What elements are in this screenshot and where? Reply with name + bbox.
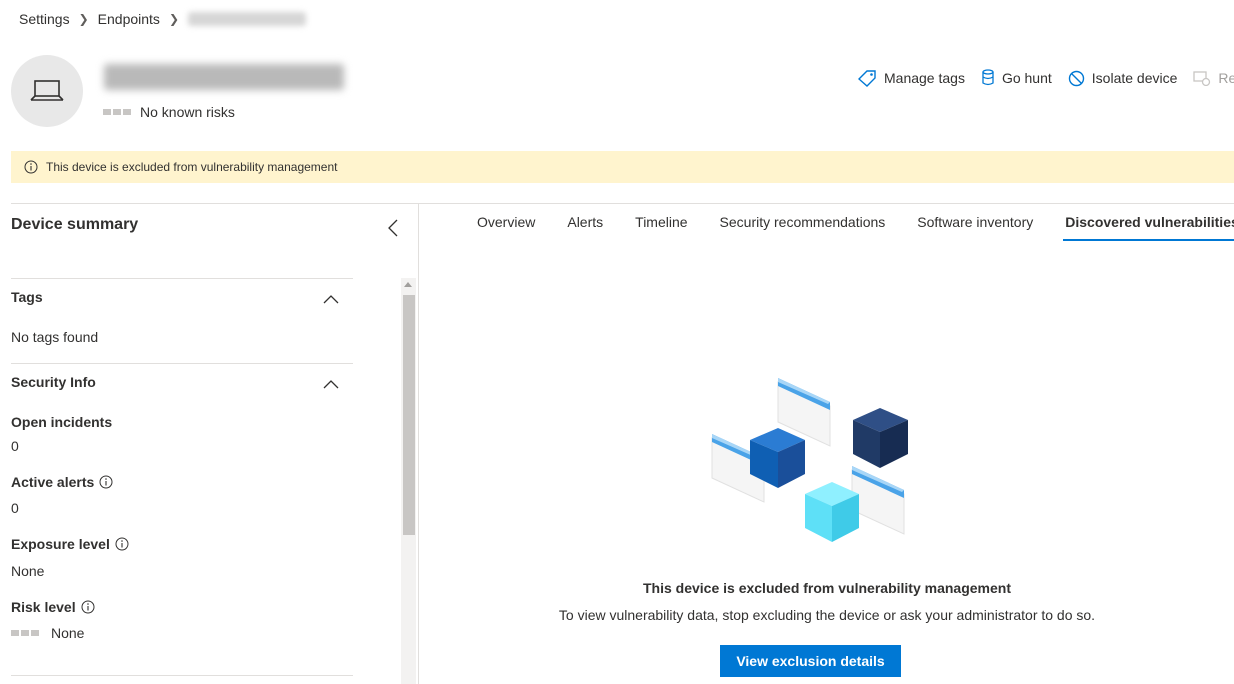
info-icon[interactable] — [99, 475, 113, 489]
breadcrumb: Settings ❯ Endpoints ❯ — [19, 11, 306, 27]
open-incidents-label: Open incidents — [11, 414, 112, 430]
risk-level-bars — [103, 109, 131, 115]
laptop-icon — [30, 80, 64, 101]
device-summary-title: Device summary — [11, 216, 139, 233]
exposure-level-value: None — [11, 563, 45, 579]
manage-tags-button[interactable]: Manage tags — [858, 69, 965, 87]
view-exclusion-details-button[interactable]: View exclusion details — [720, 645, 901, 677]
device-actions: Manage tags Go hunt Isolate device Re — [858, 69, 1234, 87]
chevron-up-icon — [323, 380, 339, 389]
risk-level-value-text: None — [51, 625, 85, 641]
scroll-up-arrow-icon[interactable] — [404, 282, 412, 287]
risk-level-bars — [11, 630, 39, 636]
empty-state-illustration — [711, 378, 908, 542]
exposure-level-label-text: Exposure level — [11, 536, 110, 552]
illustration-cube-navy — [853, 408, 908, 468]
go-hunt-button[interactable]: Go hunt — [981, 69, 1052, 87]
empty-state-title: This device is excluded from vulnerabili… — [642, 580, 1011, 596]
summary-scrollbar-thumb[interactable] — [403, 295, 415, 535]
chevron-left-icon — [388, 219, 398, 237]
isolate-device-button[interactable]: Isolate device — [1068, 70, 1178, 87]
tags-section-title: Tags — [11, 289, 43, 305]
tags-section-divider — [11, 278, 353, 279]
empty-state-message: To view vulnerability data, stop excludi… — [558, 607, 1096, 623]
bottom-section-divider — [11, 675, 353, 676]
header-divider — [11, 203, 1234, 204]
tab-overview[interactable]: Overview — [477, 214, 535, 240]
isolate-device-label: Isolate device — [1091, 70, 1178, 86]
tab-software-inventory[interactable]: Software inventory — [917, 214, 1033, 240]
open-incidents-label-text: Open incidents — [11, 414, 113, 430]
active-alerts-label: Active alerts — [11, 474, 113, 490]
security-section-divider — [11, 363, 353, 364]
manage-tags-label: Manage tags — [884, 70, 965, 86]
tags-empty-text: No tags found — [11, 329, 99, 345]
illustration-panel-right — [851, 466, 905, 535]
device-risk: No known risks — [103, 104, 235, 120]
device-tabs: Overview Alerts Timeline Security recomm… — [477, 214, 1234, 241]
collapse-panel-button[interactable] — [386, 218, 400, 241]
tab-security-recommendations[interactable]: Security recommendations — [720, 214, 886, 240]
active-alerts-value: 0 — [11, 500, 19, 516]
chevron-right-icon: ❯ — [78, 12, 89, 26]
panel-divider — [418, 204, 419, 684]
risk-level-label: Risk level — [11, 599, 95, 615]
chevron-up-icon — [323, 295, 339, 304]
security-info-title: Security Info — [11, 374, 96, 390]
restrict-app-button[interactable]: Re — [1193, 70, 1234, 86]
illustration-cube-cyan — [805, 482, 859, 542]
info-icon[interactable] — [115, 537, 129, 551]
tab-alerts[interactable]: Alerts — [567, 214, 603, 240]
exposure-level-label: Exposure level — [11, 536, 129, 552]
risk-text: No known risks — [140, 104, 235, 120]
info-icon — [24, 160, 38, 174]
breadcrumb-current-redacted — [188, 12, 306, 26]
restrict-icon — [1193, 71, 1211, 86]
block-icon — [1068, 70, 1084, 86]
banner-text: This device is excluded from vulnerabili… — [46, 160, 338, 174]
tag-icon — [858, 69, 876, 87]
hunt-icon — [982, 69, 994, 86]
risk-level-label-text: Risk level — [11, 599, 76, 615]
active-alerts-label-text: Active alerts — [11, 474, 95, 490]
chevron-right-icon: ❯ — [168, 12, 179, 26]
risk-level-value: None — [11, 625, 84, 641]
tab-timeline[interactable]: Timeline — [635, 214, 687, 240]
breadcrumb-settings[interactable]: Settings — [19, 11, 70, 27]
exclusion-banner: This device is excluded from vulnerabili… — [11, 151, 1234, 183]
go-hunt-label: Go hunt — [1001, 70, 1052, 86]
restrict-app-label: Re — [1218, 70, 1234, 86]
tab-discovered-vulnerabilities[interactable]: Discovered vulnerabilities — [1063, 214, 1234, 241]
device-avatar — [11, 55, 83, 127]
breadcrumb-endpoints[interactable]: Endpoints — [98, 11, 160, 27]
info-icon[interactable] — [81, 600, 95, 614]
tags-collapse-button[interactable] — [323, 291, 339, 307]
security-info-collapse-button[interactable] — [323, 376, 339, 392]
device-name-redacted — [104, 64, 344, 90]
open-incidents-value: 0 — [11, 438, 19, 454]
